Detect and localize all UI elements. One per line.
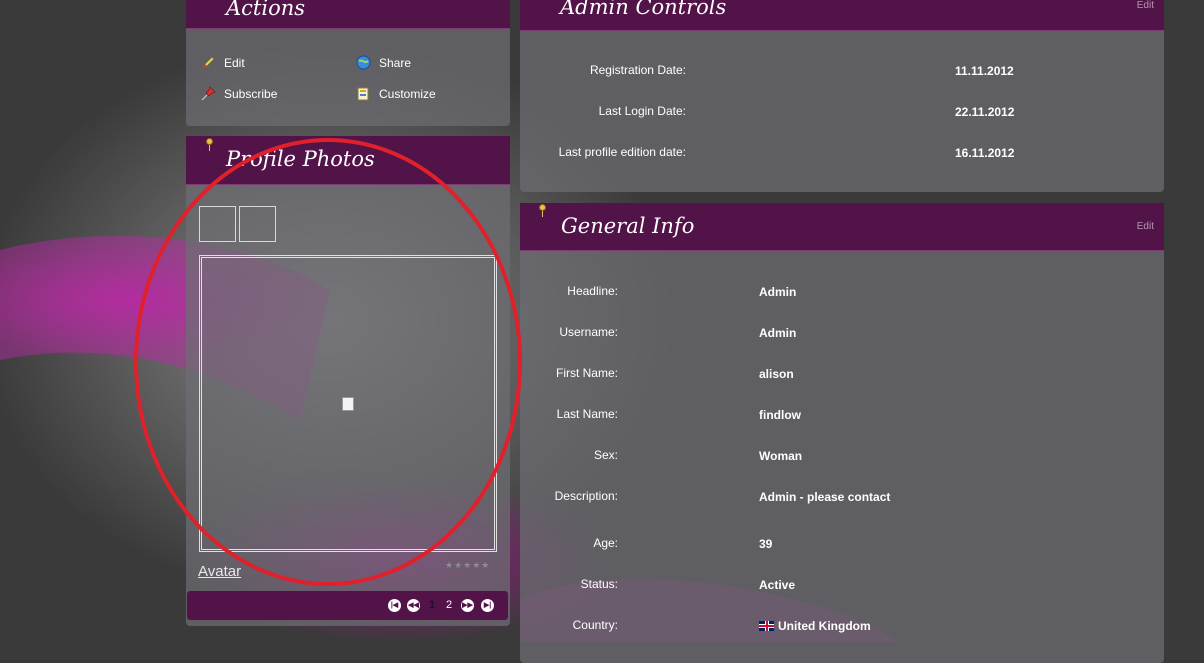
country-name: United Kingdom bbox=[778, 619, 871, 633]
admin-edit-link[interactable]: Edit bbox=[1137, 0, 1154, 11]
general-info-header: General Info Edit bbox=[520, 203, 1164, 251]
admin-row-value: 11.11.2012 bbox=[955, 64, 1014, 78]
first-page-button[interactable]: |◀ bbox=[388, 599, 401, 612]
general-row-label: Age: bbox=[593, 536, 618, 550]
profile-photos-title: Profile Photos bbox=[226, 147, 375, 171]
profile-photos-panel: Profile Photos Avatar ★★★★★ |◀ ◀◀ 1 2 ▶▶… bbox=[186, 136, 510, 626]
admin-controls-panel: Admin Controls Edit Registration Date: 11… bbox=[520, 0, 1164, 192]
customize-icon bbox=[356, 86, 371, 101]
share-action[interactable]: Share bbox=[356, 55, 411, 70]
admin-row-value: 22.11.2012 bbox=[955, 105, 1015, 119]
general-info-title: General Info bbox=[561, 214, 695, 238]
admin-row-value: 16.11.2012 bbox=[955, 146, 1015, 160]
general-row-value: Admin bbox=[759, 326, 797, 340]
pin-icon bbox=[538, 204, 547, 217]
profile-photos-header: Profile Photos bbox=[186, 136, 510, 185]
avatar-link[interactable]: Avatar bbox=[198, 563, 241, 580]
general-row-value: United Kingdom bbox=[759, 619, 871, 633]
pin-icon bbox=[205, 138, 214, 151]
general-row-label: First Name: bbox=[555, 366, 618, 380]
general-row-value: alison bbox=[759, 367, 794, 381]
rating-stars[interactable]: ★★★★★ bbox=[445, 560, 490, 571]
previous-page-button[interactable]: ◀◀ bbox=[407, 599, 420, 612]
photo-thumbnail-1[interactable] bbox=[199, 206, 236, 242]
photo-thumbnail-2[interactable] bbox=[239, 206, 276, 242]
edit-action[interactable]: Edit bbox=[201, 55, 245, 70]
subscribe-action[interactable]: Subscribe bbox=[201, 86, 277, 101]
edit-action-label: Edit bbox=[224, 55, 245, 70]
general-row-label: Headline: bbox=[567, 284, 618, 298]
actions-panel: Actions Edit Share Subscribe Customize bbox=[186, 0, 510, 126]
main-photo-frame[interactable] bbox=[199, 255, 497, 552]
current-page: 1 bbox=[429, 599, 436, 611]
general-row-label: Status: bbox=[580, 577, 618, 591]
admin-row-label: Last profile edition date: bbox=[558, 145, 686, 159]
general-row-label: Country: bbox=[572, 618, 618, 632]
general-row-value: Admin - please contact bbox=[759, 490, 891, 504]
general-row-value: findlow bbox=[759, 408, 801, 422]
admin-row-label: Registration Date: bbox=[589, 63, 686, 77]
admin-controls-title: Admin Controls bbox=[560, 0, 727, 19]
photo-pager: |◀ ◀◀ 1 2 ▶▶ ▶| bbox=[187, 591, 508, 620]
general-edit-link[interactable]: Edit bbox=[1137, 221, 1154, 232]
customize-action-label: Customize bbox=[379, 86, 436, 101]
share-action-label: Share bbox=[379, 55, 412, 70]
actions-header: Actions bbox=[186, 0, 510, 29]
next-page-button[interactable]: ▶▶ bbox=[461, 599, 474, 612]
pencil-icon bbox=[201, 55, 216, 70]
general-row-label: Last Name: bbox=[556, 407, 618, 421]
customize-action[interactable]: Customize bbox=[356, 86, 436, 101]
uk-flag-icon bbox=[759, 621, 774, 631]
general-row-value: 39 bbox=[759, 537, 773, 551]
general-row-label: Description: bbox=[554, 489, 618, 503]
general-row-value: Active bbox=[759, 578, 796, 592]
subscribe-action-label: Subscribe bbox=[224, 86, 278, 101]
page-2-link[interactable]: 2 bbox=[446, 599, 452, 611]
general-row-value: Woman bbox=[759, 449, 803, 463]
admin-row-label: Last Login Date: bbox=[598, 104, 686, 118]
pushpin-icon bbox=[201, 86, 216, 101]
admin-controls-header: Admin Controls Edit bbox=[520, 0, 1164, 31]
actions-title: Actions bbox=[226, 0, 306, 20]
broken-image-icon bbox=[342, 397, 354, 411]
globe-icon bbox=[356, 55, 371, 70]
last-page-button[interactable]: ▶| bbox=[481, 599, 494, 612]
general-info-panel: General Info Edit Headline: Admin Username… bbox=[520, 203, 1164, 663]
general-row-label: Sex: bbox=[593, 448, 618, 462]
general-row-value: Admin bbox=[759, 285, 797, 299]
general-row-label: Username: bbox=[559, 325, 618, 339]
